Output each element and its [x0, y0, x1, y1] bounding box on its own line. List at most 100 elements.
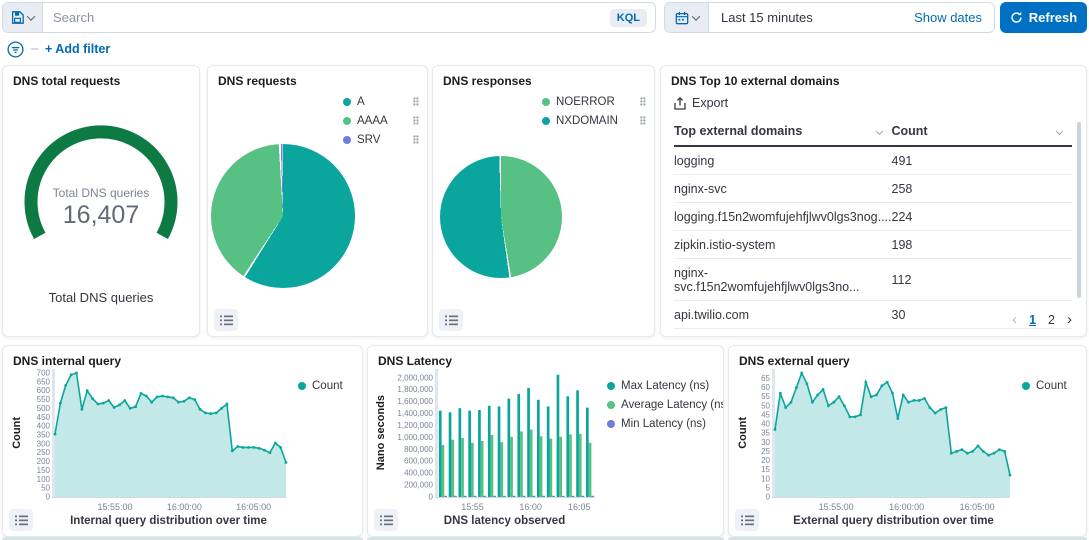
column-header-count[interactable]: Count	[892, 118, 1073, 146]
legend-label: AAAA	[357, 115, 401, 127]
time-range-value[interactable]: Last 15 minutes	[709, 10, 914, 25]
cell-domain: nginx-svc.f15n2womfujehfjlwv0lgs3no...	[674, 259, 892, 301]
legend-dot-icon	[1022, 382, 1030, 390]
cell-count: 12	[892, 329, 1073, 338]
svg-text:15: 15	[761, 465, 770, 474]
legend-item[interactable]: Min Latency (ns)	[607, 416, 721, 431]
internal-query-area-chart: 0501001502002503003504004505005506006507…	[25, 366, 290, 514]
legend-dot-icon	[542, 117, 550, 125]
svg-text:16:05: 16:05	[568, 502, 591, 512]
legend-dot-icon	[607, 382, 615, 390]
svg-text:500: 500	[37, 404, 51, 413]
export-icon	[674, 97, 686, 110]
cell-domain: logging.f15n2womfujehfjlwv0lgs3nog....	[674, 203, 892, 231]
svg-text:60: 60	[761, 383, 770, 392]
svg-text:250: 250	[37, 448, 51, 457]
pagination-page-2[interactable]: 2	[1048, 313, 1055, 327]
cell-count: 491	[892, 146, 1073, 175]
column-header-domain[interactable]: Top external domains	[674, 118, 892, 146]
saved-query-menu-button[interactable]	[3, 3, 43, 32]
svg-text:15:55:00: 15:55:00	[98, 502, 133, 512]
table-row: checkoutservice12	[674, 329, 1072, 338]
svg-text:0: 0	[766, 493, 771, 502]
svg-text:65: 65	[761, 374, 770, 383]
gauge-value: 16,407	[63, 201, 139, 229]
refresh-button[interactable]: Refresh	[1000, 2, 1087, 33]
legend-item[interactable]: Count	[298, 378, 356, 393]
svg-text:55: 55	[761, 392, 770, 401]
legend-item[interactable]: NXDOMAIN	[542, 112, 646, 129]
add-filter-button[interactable]: + Add filter	[45, 42, 110, 56]
svg-text:400,000: 400,000	[404, 469, 433, 478]
legend-menu-icon[interactable]	[413, 135, 419, 144]
x-axis-title: Internal query distribution over time	[48, 515, 267, 527]
legend-label: SRV	[357, 134, 401, 146]
svg-text:100: 100	[37, 475, 51, 484]
panel-title: DNS Top 10 external domains	[671, 74, 840, 88]
legend-menu-icon[interactable]	[640, 97, 646, 106]
list-icon	[741, 515, 754, 526]
table-row: logging.f15n2womfujehfjlwv0lgs3nog....22…	[674, 203, 1072, 231]
search-input[interactable]	[43, 10, 610, 25]
panel-dns-total-requests: DNS total requests Total DNS queries 16,…	[2, 65, 200, 337]
cell-count: 112	[892, 259, 1073, 301]
table-scrollbar[interactable]	[1077, 122, 1081, 298]
show-dates-button[interactable]: Show dates	[914, 10, 994, 25]
filter-divider	[31, 48, 38, 50]
table-row: nginx-svc258	[674, 175, 1072, 203]
legend-item[interactable]: Average Latency (ns)	[607, 397, 721, 412]
legend-label: Min Latency (ns)	[621, 418, 721, 430]
cell-domain: api.twilio.com	[674, 301, 892, 329]
legend-item[interactable]: Count	[1022, 378, 1078, 393]
legend-menu-icon[interactable]	[413, 116, 419, 125]
calendar-button[interactable]	[665, 3, 709, 32]
table-row: logging491	[674, 146, 1072, 175]
query-bar: KQL	[2, 2, 656, 33]
svg-text:10: 10	[761, 474, 770, 483]
list-icon	[220, 315, 233, 326]
svg-text:16:00: 16:00	[519, 502, 542, 512]
legend-item[interactable]: NOERROR	[542, 93, 646, 110]
svg-text:0: 0	[429, 493, 434, 502]
panel-title: DNS total requests	[13, 74, 120, 88]
cell-domain: zipkin.istio-system	[674, 231, 892, 259]
svg-text:40: 40	[761, 420, 770, 429]
pagination-prev-icon[interactable]: ‹	[1012, 311, 1017, 328]
pagination-page-1[interactable]: 1	[1029, 313, 1036, 327]
panel-dns-requests: DNS requests AAAAASRV	[207, 65, 428, 337]
filter-icon[interactable]	[7, 41, 24, 58]
export-button[interactable]: Export	[674, 96, 728, 110]
svg-text:1,000,000: 1,000,000	[397, 433, 433, 442]
legend-toggle-button[interactable]	[9, 509, 33, 531]
chart-legend: Count	[1014, 366, 1078, 534]
legend-toggle-button[interactable]	[735, 509, 759, 531]
cell-count: 224	[892, 203, 1073, 231]
kql-button[interactable]: KQL	[610, 9, 647, 27]
calendar-icon	[675, 11, 689, 25]
legend-toggle-button[interactable]	[374, 509, 398, 531]
legend-item[interactable]: SRV	[343, 131, 419, 148]
x-axis-title: External query distribution over time	[771, 515, 994, 527]
svg-text:1,200,000: 1,200,000	[397, 421, 433, 430]
pagination-next-icon[interactable]: ›	[1067, 311, 1072, 328]
legend-label: Max Latency (ns)	[621, 380, 721, 392]
legend-menu-icon[interactable]	[413, 97, 419, 106]
svg-text:25: 25	[761, 447, 770, 456]
sort-chevron-icon	[875, 127, 882, 134]
legend-item[interactable]: Max Latency (ns)	[607, 378, 721, 393]
list-icon	[445, 315, 458, 326]
legend-toggle-button[interactable]	[439, 309, 463, 331]
column-header-label: Top external domains	[674, 124, 802, 138]
cell-count: 198	[892, 231, 1073, 259]
chevron-down-icon	[27, 12, 35, 20]
legend-item[interactable]: AAAA	[343, 112, 419, 129]
refresh-icon	[1010, 11, 1023, 24]
legend-menu-icon[interactable]	[640, 116, 646, 125]
legend-dot-icon	[343, 136, 351, 144]
gauge-bottom-label: Total DNS queries	[3, 290, 199, 305]
panel-dns-internal-query: DNS internal query Count 050100150200250…	[2, 345, 363, 537]
legend-toggle-button[interactable]	[214, 309, 238, 331]
legend-item[interactable]: A	[343, 93, 419, 110]
dns-requests-pie-chart	[211, 144, 355, 288]
cell-domain: checkoutservice	[674, 329, 892, 338]
